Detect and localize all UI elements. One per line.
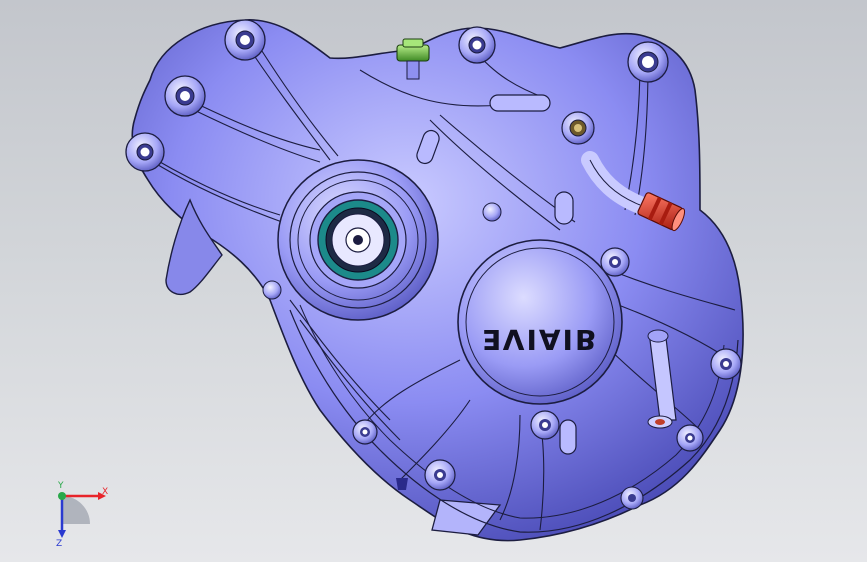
y-axis-dot <box>58 492 66 500</box>
cad-viewport[interactable]: ƎVIAIB X Y Z <box>0 0 867 562</box>
bolt-boss <box>352 419 378 445</box>
triad-plane <box>62 496 90 524</box>
bolt-boss <box>561 111 595 145</box>
z-axis-arrow <box>58 530 66 538</box>
y-axis-label: Y <box>57 481 64 491</box>
bolt-boss <box>424 459 456 491</box>
bolt-boss <box>482 202 502 222</box>
x-axis-label: X <box>102 487 108 497</box>
gear-cover[interactable]: ƎVIAIB <box>457 239 623 405</box>
cover-logo: ƎVIAIB <box>482 323 599 356</box>
z-axis-label: Z <box>56 539 62 548</box>
bottom-bracket <box>396 478 408 490</box>
input-shaft-boss[interactable] <box>277 159 439 321</box>
bolt-boss <box>224 19 266 61</box>
orientation-triad[interactable]: X Y Z <box>40 478 120 549</box>
bolt-boss <box>125 132 165 172</box>
bolt-boss <box>530 410 560 440</box>
bolt-boss <box>164 75 206 117</box>
bolt-boss <box>710 348 742 380</box>
bolt-boss <box>620 486 644 510</box>
bolt-boss <box>627 41 669 83</box>
bolt-boss <box>262 280 282 300</box>
bolt-boss <box>458 26 496 64</box>
bolt-boss <box>676 424 704 452</box>
cad-scene[interactable]: ƎVIAIB <box>0 0 867 562</box>
